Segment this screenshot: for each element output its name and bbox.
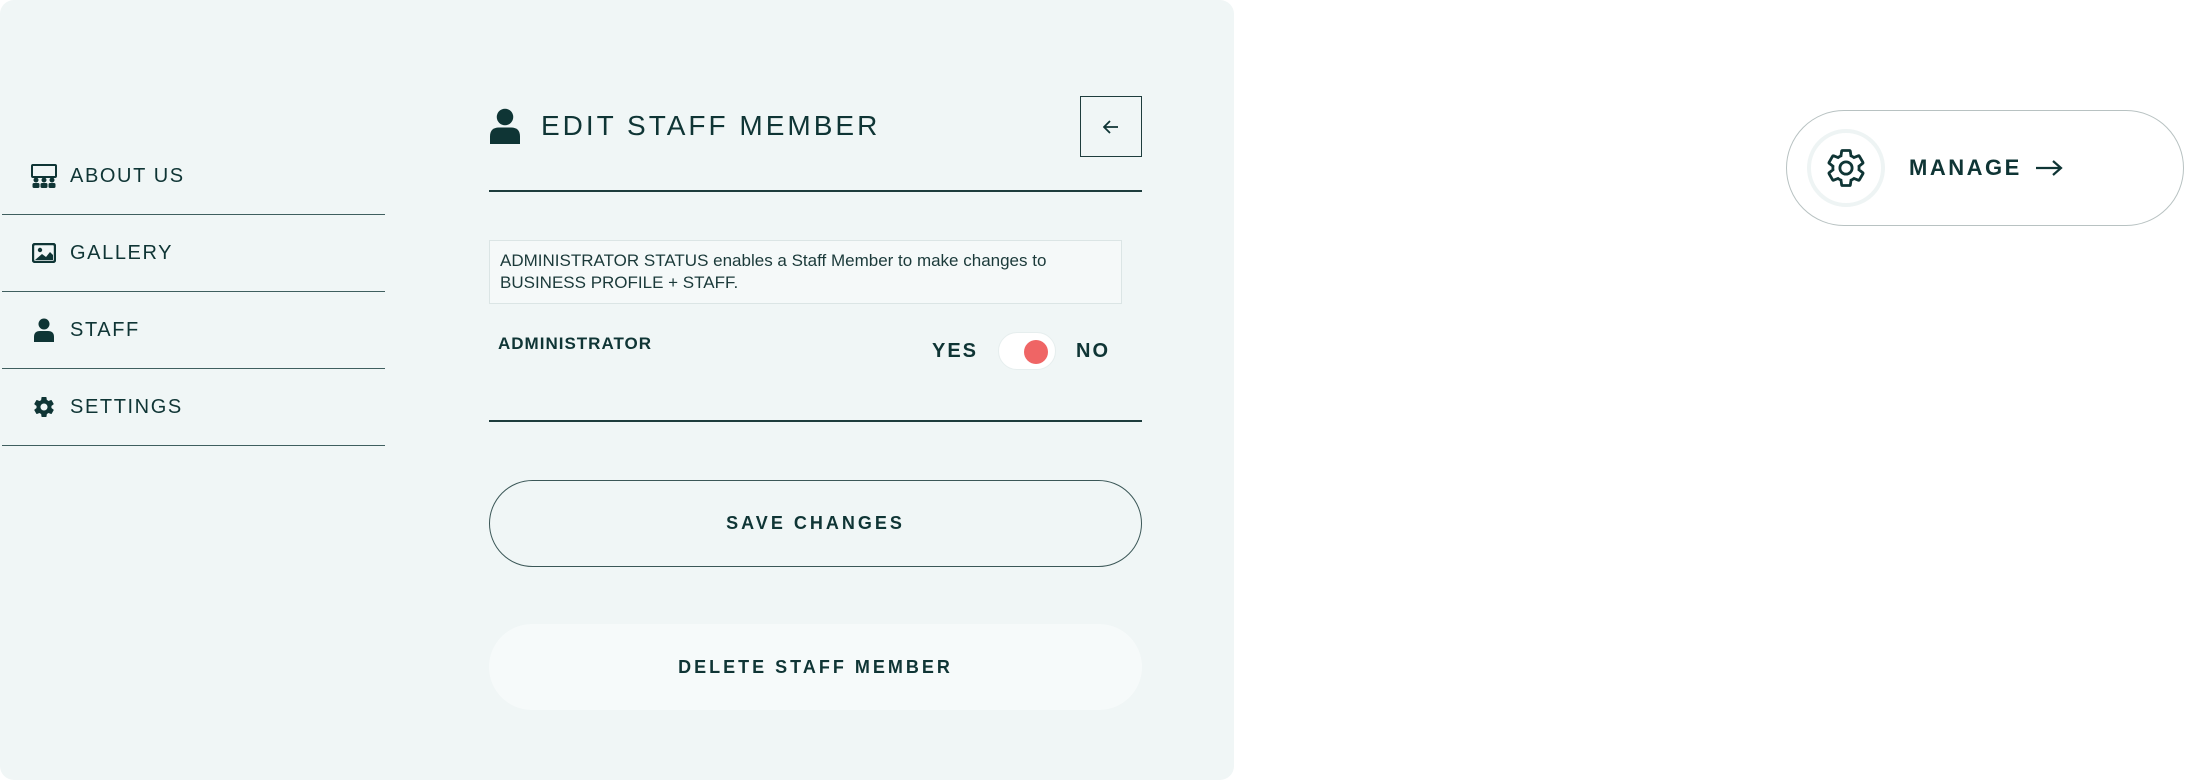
arrow-right-icon — [2035, 160, 2063, 176]
section-divider — [489, 420, 1142, 422]
back-button[interactable] — [1080, 96, 1142, 157]
sidebar-item-settings[interactable]: SETTINGS — [2, 369, 385, 446]
manage-button[interactable]: MANAGE — [1786, 110, 2184, 226]
gear-icon — [1827, 149, 1865, 187]
toggle-no-label: NO — [1076, 339, 1111, 362]
delete-staff-member-button[interactable]: DELETE STAFF MEMBER — [489, 624, 1142, 710]
administrator-toggle-group: YES NO — [932, 332, 1110, 370]
save-changes-button[interactable]: SAVE CHANGES — [489, 480, 1142, 567]
image-icon — [30, 239, 58, 267]
person-icon — [489, 108, 521, 144]
manage-label: MANAGE — [1909, 155, 2022, 180]
form-header: EDIT STAFF MEMBER — [489, 96, 1142, 192]
administrator-toggle[interactable] — [998, 332, 1057, 370]
toggle-knob — [1024, 340, 1049, 364]
sidebar-nav: ABOUT US GALLERY STAFF SETTINGS — [2, 138, 385, 446]
sidebar-item-gallery[interactable]: GALLERY — [2, 215, 385, 292]
person-icon — [30, 316, 58, 344]
page-title: EDIT STAFF MEMBER — [541, 110, 881, 141]
sidebar-item-label: ABOUT US — [70, 164, 185, 187]
edit-staff-panel: ABOUT US GALLERY STAFF SETTINGS EDIT STA… — [0, 0, 1234, 780]
sidebar-item-staff[interactable]: STAFF — [2, 292, 385, 369]
sidebar-item-label: SETTINGS — [70, 395, 183, 418]
sidebar-item-label: GALLERY — [70, 241, 174, 264]
team-board-icon — [30, 162, 58, 190]
administrator-label: ADMINISTRATOR — [498, 334, 653, 353]
sidebar-item-label: STAFF — [70, 318, 140, 341]
sidebar-item-about-us[interactable]: ABOUT US — [2, 138, 385, 215]
administrator-info-text: ADMINISTRATOR STATUS enables a Staff Mem… — [489, 240, 1122, 304]
arrow-left-icon — [1103, 119, 1118, 134]
gear-icon — [30, 393, 58, 421]
toggle-yes-label: YES — [932, 339, 979, 362]
manage-icon-circle — [1807, 129, 1885, 207]
